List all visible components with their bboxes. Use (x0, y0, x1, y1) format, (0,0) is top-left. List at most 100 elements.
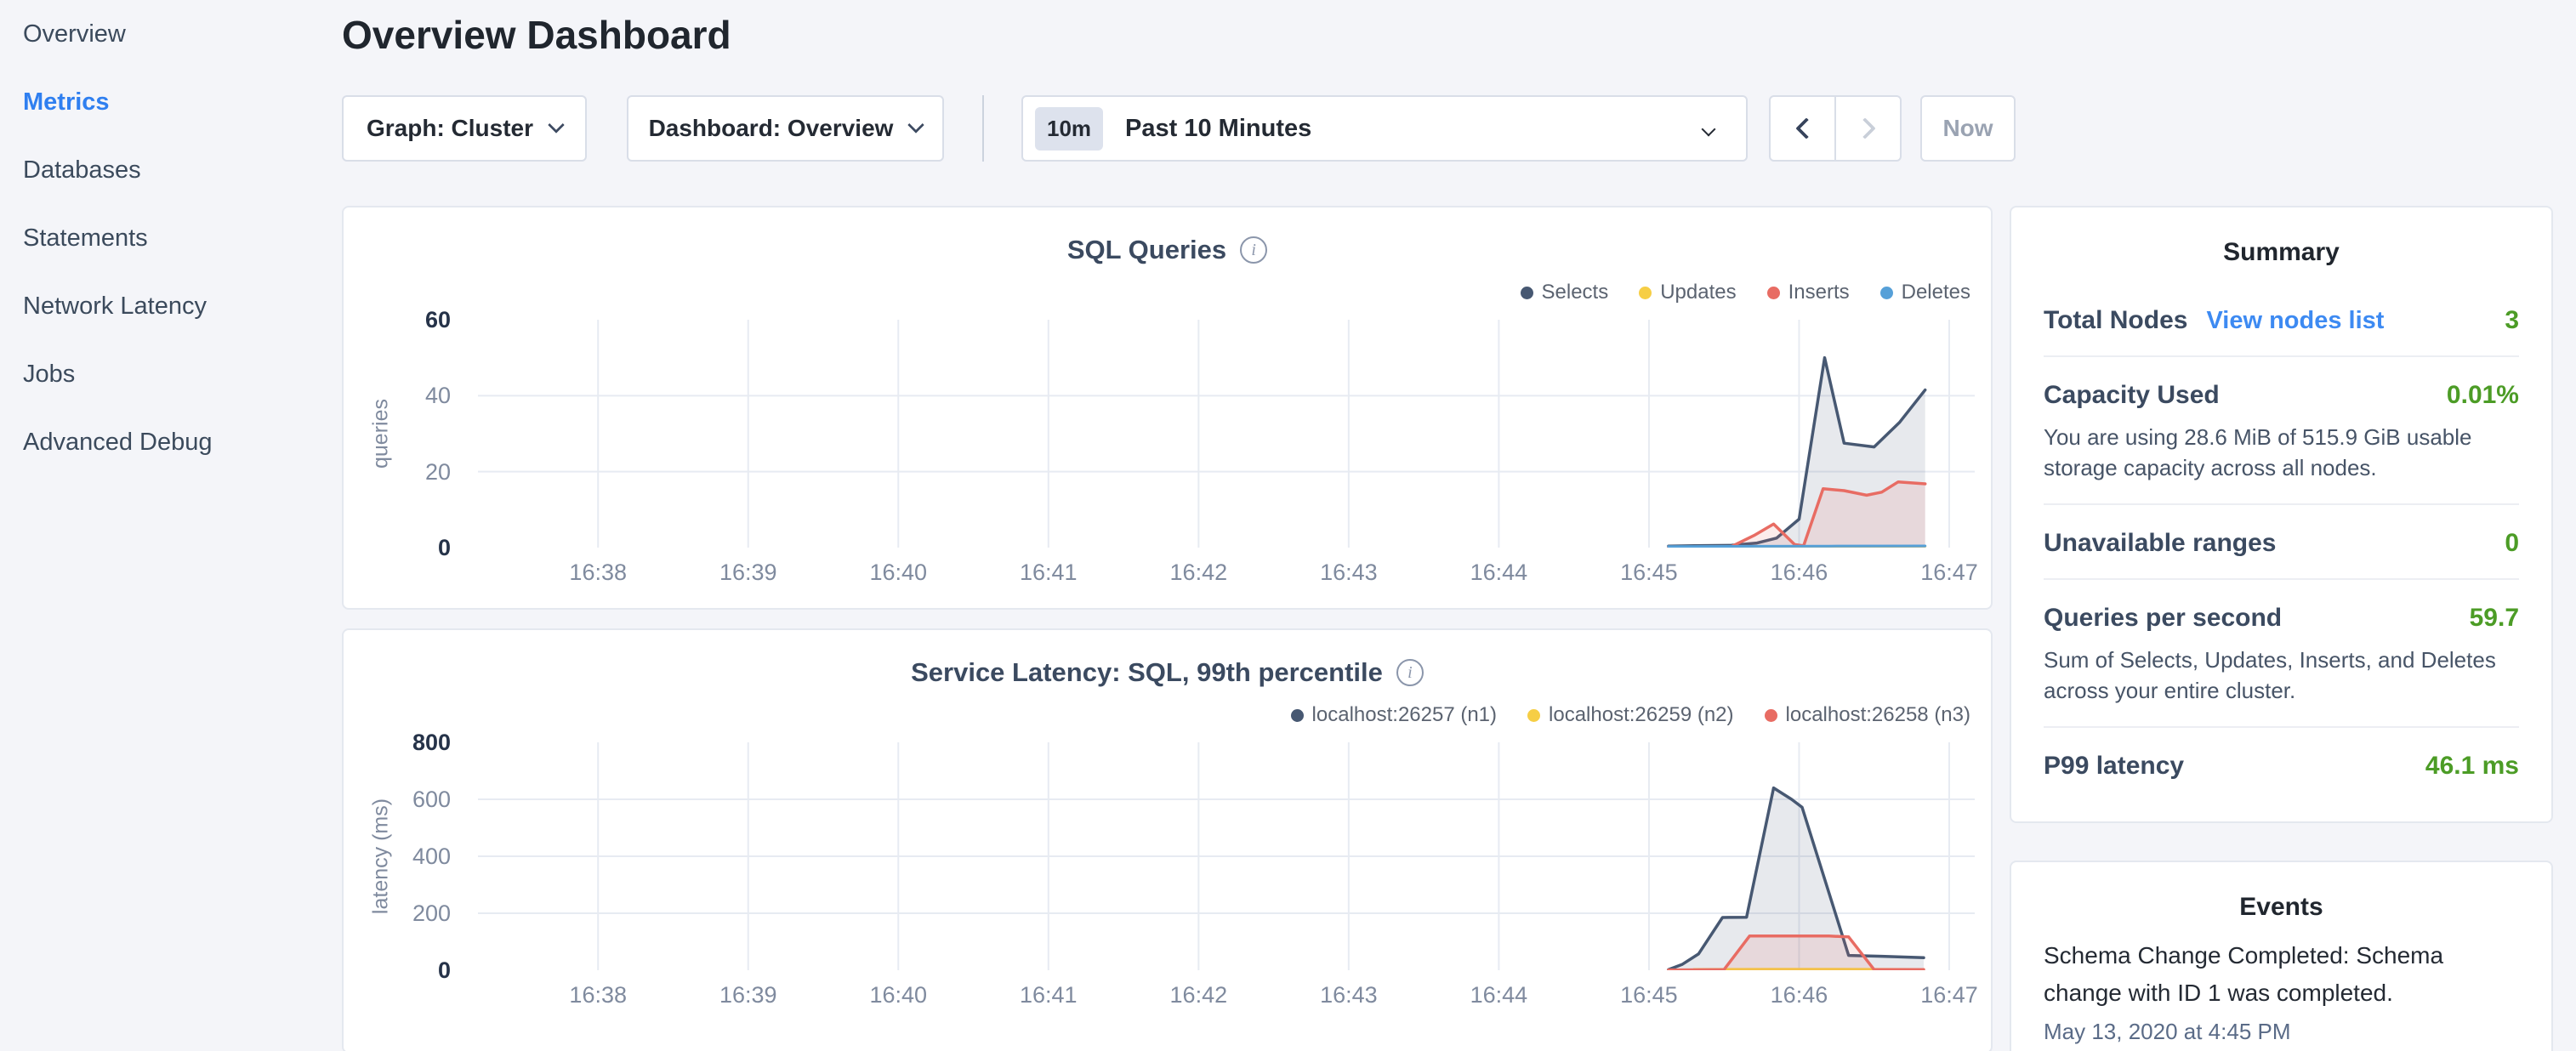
sidebar-item-databases[interactable]: Databases (0, 136, 342, 204)
legend-item: Inserts (1767, 281, 1850, 304)
x-tick-label: 16:45 (1598, 982, 1700, 1008)
service-latency-chart-card: Service Latency: SQL, 99th percentile lo… (342, 628, 1993, 1051)
events-list: Schema Change Completed: Schema change w… (2044, 937, 2519, 1045)
legend-dot-icon (1527, 709, 1540, 722)
legend-label: Deletes (1902, 281, 1970, 304)
x-tick-label: 16:39 (697, 560, 799, 586)
event-item: Schema Change Completed: Schema change w… (2044, 937, 2519, 1045)
time-range-label: Past 10 Minutes (1125, 115, 1311, 143)
legend-label: Selects (1542, 281, 1609, 304)
y-tick-label: 0 (344, 958, 451, 982)
chart-title: Service Latency: SQL, 99th percentile (911, 657, 1383, 688)
time-range-dropdown[interactable]: 10m Past 10 Minutes (1021, 95, 1748, 162)
summary-row: Total Nodes View nodes list 3 (2044, 282, 2519, 355)
event-timestamp: May 13, 2020 at 4:45 PM (2044, 1019, 2519, 1045)
sidebar-item-metrics[interactable]: Metrics (0, 68, 342, 136)
chart-title-row: Service Latency: SQL, 99th percentile (344, 657, 1991, 688)
summary-row: P99 latency 46.1 ms (2044, 726, 2519, 801)
summary-row-value: 59.7 (2470, 604, 2519, 633)
x-tick-label: 16:44 (1447, 560, 1550, 586)
x-tick-label: 16:40 (847, 560, 949, 586)
summary-row-label: Capacity Used (2044, 381, 2220, 410)
main-content: Overview Dashboard Graph: Cluster Dashbo… (342, 0, 2576, 1051)
x-tick-label: 16:41 (998, 982, 1100, 1008)
legend-item: Selects (1521, 281, 1609, 304)
legend-item: localhost:26259 (n2) (1527, 703, 1733, 727)
chart-svg (478, 742, 1975, 970)
y-tick-label: 60 (344, 308, 451, 332)
dashboard-dropdown[interactable]: Dashboard: Overview (627, 95, 944, 162)
view-nodes-list-link[interactable]: View nodes list (2206, 307, 2384, 335)
sidebar-nav: OverviewMetricsDatabasesStatementsNetwor… (0, 0, 342, 1051)
legend-dot-icon (1880, 287, 1893, 299)
summary-row-label: Unavailable ranges (2044, 529, 2276, 558)
page-title: Overview Dashboard (342, 12, 2553, 58)
app: OverviewMetricsDatabasesStatementsNetwor… (0, 0, 2576, 1051)
legend-item: localhost:26258 (n3) (1765, 703, 1970, 727)
y-tick-label: 200 (344, 901, 451, 925)
x-tick-label: 16:42 (1147, 982, 1249, 1008)
sidebar-item-jobs[interactable]: Jobs (0, 340, 342, 408)
charts-column: SQL Queries Selects Updates Inserts Deletes… (342, 206, 1993, 1051)
legend-dot-icon (1767, 287, 1780, 299)
event-text: Schema Change Completed: Schema change w… (2044, 937, 2519, 1012)
y-tick-label: 20 (344, 460, 451, 484)
x-tick-label: 16:42 (1147, 560, 1249, 586)
chart-legend: Selects Updates Inserts Deletes (1521, 281, 1971, 304)
dashboard-content: SQL Queries Selects Updates Inserts Deletes… (342, 206, 2553, 1051)
chart-plot[interactable] (478, 320, 1975, 548)
summary-row-value: 46.1 ms (2425, 752, 2519, 781)
sidebar-item-overview[interactable]: Overview (0, 0, 342, 68)
legend-label: localhost:26259 (n2) (1549, 703, 1733, 727)
side-column: Summary Total NodesView nodes list3Capac… (2010, 206, 2553, 1051)
x-tick-label: 16:44 (1447, 982, 1550, 1008)
sidebar-item-network-latency[interactable]: Network Latency (0, 272, 342, 340)
events-panel: Events Schema Change Completed: Schema c… (2010, 861, 2553, 1051)
summary-row-value: 0.01% (2447, 381, 2519, 410)
summary-row-label: P99 latency (2044, 752, 2184, 781)
y-tick-label: 0 (344, 536, 451, 560)
chart-title: SQL Queries (1067, 235, 1226, 265)
sidebar-item-advanced-debug[interactable]: Advanced Debug (0, 408, 342, 476)
x-tick-label: 16:38 (547, 982, 649, 1008)
chart-legend: localhost:26257 (n1) localhost:26259 (n2)… (1291, 703, 1970, 727)
x-tick-label: 16:40 (847, 982, 949, 1008)
time-pager (1769, 95, 1902, 162)
legend-dot-icon (1765, 709, 1777, 722)
summary-row: Queries per second59.7Sum of Selects, Up… (2044, 578, 2519, 726)
graph-dropdown-label: Graph: Cluster (367, 115, 533, 142)
sidebar-item-statements[interactable]: Statements (0, 204, 342, 272)
summary-rows: Total Nodes View nodes list 3 Capacity Used… (2044, 282, 2519, 801)
legend-label: Inserts (1788, 281, 1850, 304)
chart-svg (478, 320, 1975, 548)
events-title: Events (2044, 893, 2519, 922)
chart-plot[interactable] (478, 742, 1975, 970)
chart-title-row: SQL Queries (344, 235, 1991, 265)
now-button[interactable]: Now (1920, 95, 2016, 162)
info-icon[interactable] (1240, 236, 1267, 264)
legend-item: Updates (1639, 281, 1736, 304)
legend-item: localhost:26257 (n1) (1291, 703, 1497, 727)
chevron-down-icon (1702, 122, 1716, 137)
legend-dot-icon (1291, 709, 1304, 722)
x-tick-label: 16:41 (998, 560, 1100, 586)
y-tick-label: 40 (344, 383, 451, 407)
summary-row-label: Total Nodes (2044, 306, 2187, 335)
x-tick-label: 16:43 (1298, 560, 1400, 586)
info-icon[interactable] (1396, 659, 1424, 686)
legend-label: Updates (1660, 281, 1736, 304)
chevron-right-icon (1854, 117, 1875, 139)
controls-bar: Graph: Cluster Dashboard: Overview 10m P… (342, 95, 2553, 162)
summary-panel: Summary Total NodesView nodes list3Capac… (2010, 206, 2553, 823)
summary-row-description: You are using 28.6 MiB of 515.9 GiB usab… (2044, 422, 2519, 483)
summary-row-value: 3 (2505, 306, 2519, 335)
dashboard-dropdown-label: Dashboard: Overview (649, 115, 894, 142)
x-tick-label: 16:39 (697, 982, 799, 1008)
time-back-button[interactable] (1769, 95, 1835, 162)
legend-label: localhost:26258 (n3) (1786, 703, 1970, 727)
chart-y-axis-label: queries (369, 399, 394, 469)
x-tick-label: 16:45 (1598, 560, 1700, 586)
time-forward-button[interactable] (1835, 95, 1902, 162)
summary-row-label: Queries per second (2044, 604, 2282, 633)
graph-dropdown[interactable]: Graph: Cluster (342, 95, 587, 162)
